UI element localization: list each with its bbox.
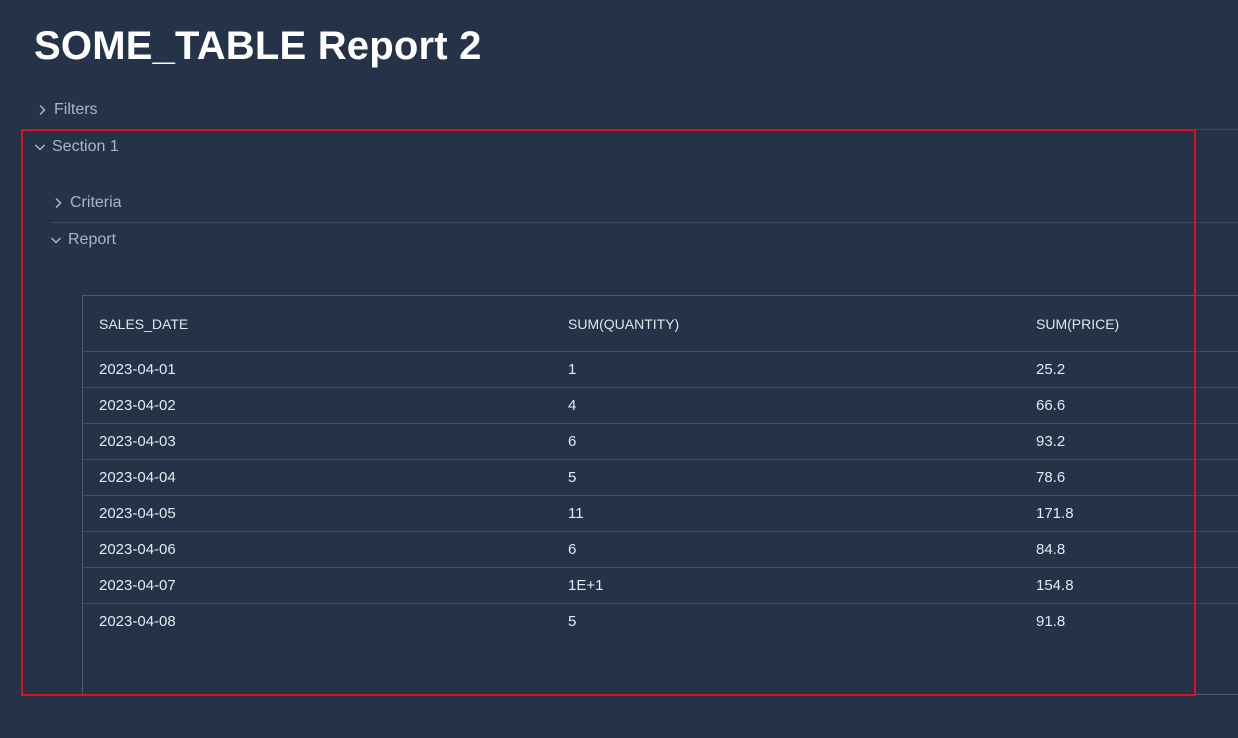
- cell-sum-price: 66.6: [1020, 387, 1238, 424]
- filters-divider: [34, 129, 1238, 130]
- cell-sales-date: 2023-04-07: [83, 567, 552, 604]
- cell-sales-date: 2023-04-08: [99, 613, 176, 630]
- chevron-down-icon: [48, 232, 64, 248]
- cell-sales-date: 2023-04-04: [83, 459, 552, 496]
- cell-sum-quantity: 5: [552, 459, 1020, 496]
- cell-sum-quantity: 11: [552, 495, 1020, 532]
- report-table: SALES_DATE SUM(QUANTITY) SUM(PRICE) 2023…: [83, 296, 1238, 639]
- cell-sum-price: 154.8: [1020, 567, 1238, 604]
- table-row: 2023-04-07 1E+1 154.8: [83, 567, 1238, 604]
- cell-sum-quantity: 1E+1: [552, 567, 1020, 604]
- column-header-sum-price[interactable]: SUM(PRICE): [1020, 296, 1238, 352]
- report-label: Report: [68, 231, 117, 248]
- criteria-divider: [50, 222, 1238, 223]
- filters-toggle[interactable]: Filters: [34, 98, 98, 122]
- table-row: 2023-04-08 5 91.8: [83, 604, 1238, 640]
- cell-sum-price: 84.8: [1020, 531, 1238, 568]
- column-header-sales-date[interactable]: SALES_DATE: [83, 296, 552, 352]
- column-header-sum-quantity[interactable]: SUM(QUANTITY): [552, 296, 1020, 352]
- table-row: 2023-04-02 4 66.6: [83, 387, 1238, 424]
- cell-sales-date: 2023-04-01: [83, 351, 552, 388]
- table-row: 2023-04-03 6 93.2: [83, 423, 1238, 460]
- section-1-label: Section 1: [52, 138, 119, 155]
- report-table-container: SALES_DATE SUM(QUANTITY) SUM(PRICE) 2023…: [82, 295, 1238, 695]
- table-row: 2023-04-01 1 25.2: [83, 351, 1238, 388]
- chevron-down-icon: [32, 139, 48, 155]
- cell-sum-quantity: 6: [552, 531, 1020, 568]
- chevron-right-icon: [50, 195, 66, 211]
- cell-sum-quantity: 1: [552, 351, 1020, 388]
- cell-sum-quantity: 4: [552, 387, 1020, 424]
- chevron-right-icon: [34, 102, 50, 118]
- cell-sum-quantity: 6: [552, 423, 1020, 460]
- cell-sum-price: 171.8: [1020, 495, 1238, 532]
- cell-sales-date: 2023-04-06: [83, 531, 552, 568]
- page-title: SOME_TABLE Report 2: [34, 24, 482, 68]
- section-1-toggle[interactable]: Section 1: [32, 135, 119, 159]
- table-row: 2023-04-06 6 84.8: [83, 531, 1238, 568]
- cell-sales-date: 2023-04-02: [83, 387, 552, 424]
- cell-sales-date: 2023-04-03: [83, 423, 552, 460]
- criteria-label: Criteria: [70, 194, 122, 211]
- table-row: 2023-04-05 11 171.8: [83, 495, 1238, 532]
- cell-sum-price: 91.8: [1036, 613, 1066, 630]
- cell-sales-date: 2023-04-05: [83, 495, 552, 532]
- criteria-toggle[interactable]: Criteria: [50, 191, 122, 215]
- table-header-row: SALES_DATE SUM(QUANTITY) SUM(PRICE): [83, 296, 1238, 352]
- filters-label: Filters: [54, 101, 98, 118]
- cell-sum-quantity: 5: [568, 613, 577, 630]
- table-row: 2023-04-04 5 78.6: [83, 459, 1238, 496]
- report-toggle[interactable]: Report: [48, 228, 116, 252]
- report-page: SOME_TABLE Report 2 Filters Section 1 Cr…: [0, 0, 1238, 738]
- cell-sum-price: 78.6: [1020, 459, 1238, 496]
- cell-sum-price: 93.2: [1020, 423, 1238, 460]
- cell-sum-price: 25.2: [1020, 351, 1238, 388]
